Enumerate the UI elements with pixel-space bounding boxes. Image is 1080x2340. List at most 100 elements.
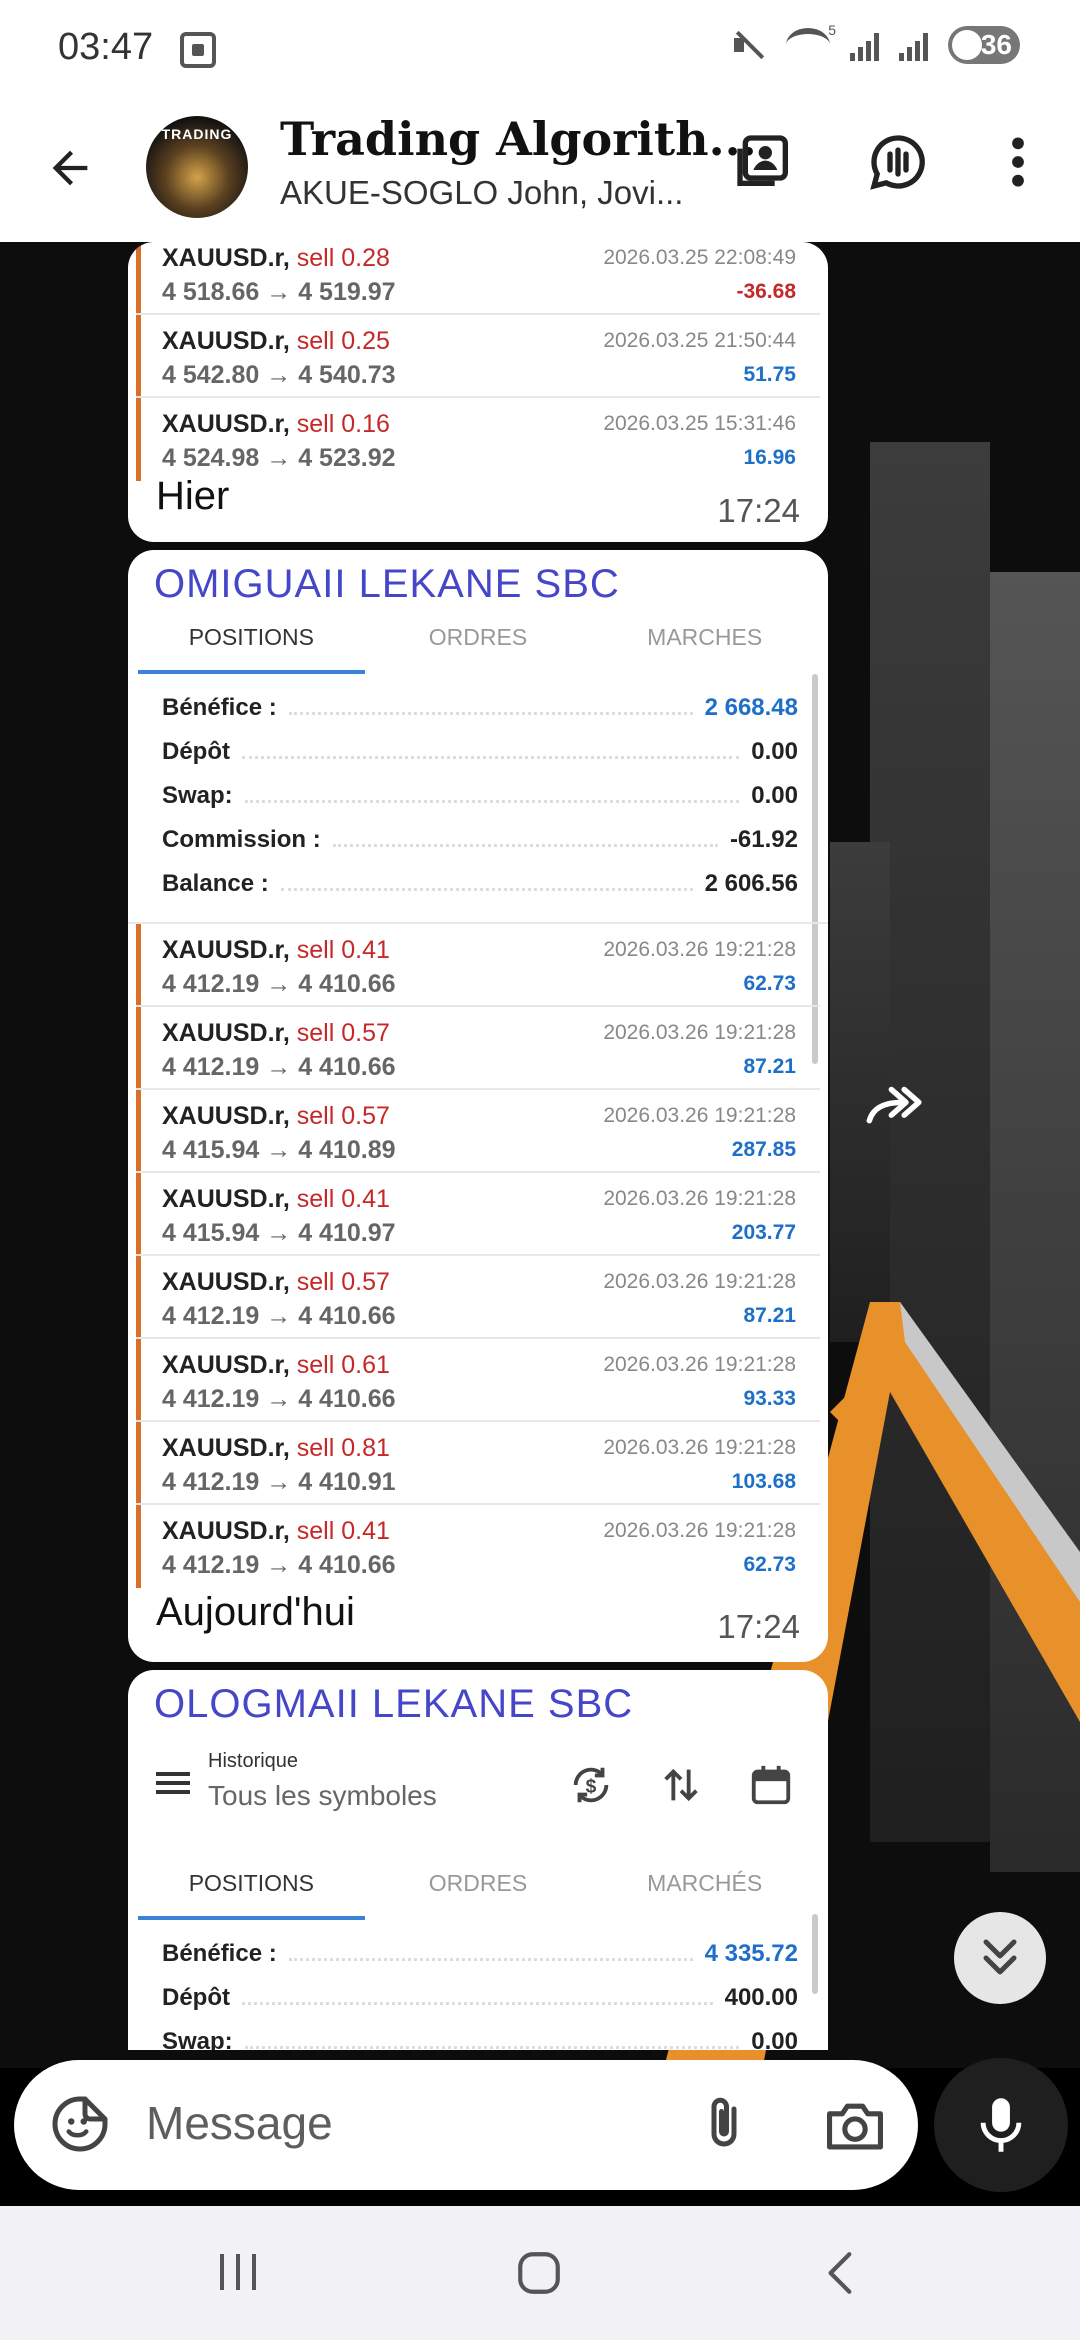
battery-indicator: 36 [948, 26, 1020, 64]
trade-profit: 51.75 [743, 363, 796, 386]
trade-row: XAUUSD.r, sell 0.41 4 415.94 → 4 410.97 … [136, 1173, 820, 1256]
summary-label: Bénéfice : [162, 1940, 277, 1967]
summary-label: Swap: [162, 2028, 233, 2050]
voice-chat-icon[interactable] [866, 130, 930, 194]
trade-row: XAUUSD.r, sell 0.57 4 412.19 → 4 410.66 … [136, 1007, 820, 1090]
trade-accent [136, 242, 141, 313]
camera-icon[interactable] [824, 2096, 886, 2152]
trade-date: 2026.03.26 19:21:28 [603, 1353, 796, 1376]
voice-record-button[interactable] [934, 2058, 1068, 2192]
trade-side: sell 0.57 [296, 1019, 390, 1047]
calendar-icon [751, 1765, 791, 1805]
trade-row: XAUUSD.r, sell 0.25 4 542.80 → 4 540.73 … [136, 315, 820, 398]
summary-swap: Swap: 0.00 [162, 2020, 798, 2050]
trade-profit: 87.21 [743, 1304, 796, 1327]
trade-profit: -36.68 [736, 280, 796, 303]
summary-label: Bénéfice : [162, 694, 277, 721]
summary-value: 4 335.72 [704, 1940, 798, 1967]
message-bubble-3[interactable]: OLOGMAII LEKANE SBC Historique Tous les … [128, 1670, 828, 2050]
system-nav-bar [0, 2206, 1080, 2340]
history-title: Historique [208, 1750, 299, 1772]
message-composer[interactable]: Message [14, 2060, 918, 2190]
trade-date: 2026.03.25 15:31:46 [603, 412, 796, 435]
summary-commission: Commission : -61.92 [162, 818, 798, 862]
trade-side: sell 0.16 [296, 410, 390, 438]
hamburger-menu-icon [156, 1772, 190, 1794]
message-bubble-2[interactable]: OMIGUAII LEKANE SBC POSITIONS ORDRES MAR… [128, 550, 828, 1662]
trade-accent [136, 1339, 141, 1420]
trade-accent [136, 924, 141, 1005]
trade-symbol: XAUUSD.r, [162, 327, 290, 355]
trade-symbol: XAUUSD.r, [162, 1102, 290, 1130]
sort-icon [664, 1768, 698, 1802]
trade-side: sell 0.28 [296, 244, 390, 272]
trade-symbol: XAUUSD.r, [162, 936, 290, 964]
forward-icon[interactable] [864, 1084, 926, 1128]
home-icon[interactable] [514, 2248, 564, 2298]
image-watermark: OMIGUAII LEKANE SBC [154, 562, 620, 606]
trade-prices: 4 415.94 → 4 410.89 [162, 1136, 396, 1164]
trade-row: XAUUSD.r, sell 0.61 4 412.19 → 4 410.66 … [136, 1339, 820, 1422]
chat-members[interactable]: AKUE-SOGLO John, Jovi... [280, 174, 683, 212]
summary-balance: Balance : 2 606.56 [162, 862, 798, 906]
back-nav-icon[interactable] [818, 2248, 864, 2298]
status-bar: 03:47 36 [0, 0, 1080, 100]
trade-profit: 287.85 [731, 1138, 796, 1161]
message-bubble-1[interactable]: XAUUSD.r, sell 0.28 4 518.66 → 4 519.97 … [128, 242, 828, 542]
trade-accent [136, 1173, 141, 1254]
summary-value: 2 668.48 [704, 694, 798, 721]
trade-side: sell 0.41 [296, 1517, 390, 1545]
trade-profit: 103.68 [731, 1470, 796, 1493]
chat-title[interactable]: Trading Algorith... [280, 112, 757, 166]
message-caption: Hier [156, 474, 230, 518]
summary-label: Dépôt [162, 738, 230, 765]
trade-side: sell 0.57 [296, 1268, 390, 1296]
tab-positions: POSITIONS [138, 614, 365, 674]
back-arrow-icon[interactable] [44, 142, 96, 194]
summary-profit: Bénéfice : 2 668.48 [162, 686, 798, 730]
trade-row: XAUUSD.r, sell 0.28 4 518.66 → 4 519.97 … [136, 242, 820, 315]
trade-profit: 62.73 [743, 972, 796, 995]
tab-positions: POSITIONS [138, 1860, 365, 1920]
trade-symbol: XAUUSD.r, [162, 1434, 290, 1462]
group-avatar[interactable]: TRADING [146, 116, 248, 218]
summary-profit: Bénéfice : 4 335.72 [162, 1932, 798, 1976]
contact-card-icon[interactable] [732, 130, 796, 194]
summary-value: 0.00 [751, 738, 798, 765]
summary-label: Dépôt [162, 1984, 230, 2011]
trade-prices: 4 412.19 → 4 410.66 [162, 970, 396, 998]
trade-profit: 93.33 [743, 1387, 796, 1410]
tab-bar: POSITIONS ORDRES MARCHES [138, 614, 818, 674]
chat-header: TRADING Trading Algorith... AKUE-SOGLO J… [0, 100, 1080, 242]
microphone-icon [980, 2098, 1022, 2152]
tab-orders: ORDRES [428, 624, 528, 650]
tab-markets: MARCHES [647, 624, 763, 650]
summary-value: 400.00 [724, 1984, 798, 2011]
status-time: 03:47 [58, 26, 154, 68]
wifi-icon [786, 22, 836, 62]
paperclip-icon[interactable] [694, 2092, 754, 2156]
trade-prices: 4 412.19 → 4 410.91 [162, 1468, 396, 1496]
trade-side: sell 0.25 [296, 327, 390, 355]
signal-icon-2 [899, 29, 928, 61]
trade-symbol: XAUUSD.r, [162, 410, 290, 438]
trade-side: sell 0.41 [296, 1185, 390, 1213]
tab-orders: ORDRES [428, 1870, 528, 1896]
message-input[interactable]: Message [146, 2096, 333, 2150]
trade-date: 2026.03.26 19:21:28 [603, 1436, 796, 1459]
trade-symbol: XAUUSD.r, [162, 1185, 290, 1213]
trade-accent [136, 1090, 141, 1171]
mute-icon [732, 28, 766, 62]
scroll-to-bottom-button[interactable] [954, 1912, 1046, 2004]
trade-prices: 4 542.80 → 4 540.73 [162, 361, 396, 389]
trade-side: sell 0.41 [296, 936, 390, 964]
summary-value: 2 606.56 [704, 870, 798, 897]
message-caption: Aujourd'hui [156, 1590, 355, 1634]
sticker-icon[interactable] [50, 2094, 110, 2154]
tab-markets: MARCHÉS [647, 1870, 763, 1896]
trade-accent [136, 1007, 141, 1088]
more-vert-icon[interactable] [986, 130, 1050, 194]
trade-prices: 4 518.66 → 4 519.97 [162, 278, 396, 306]
recent-apps-icon[interactable] [214, 2250, 262, 2294]
trade-profit: 203.77 [731, 1221, 796, 1244]
